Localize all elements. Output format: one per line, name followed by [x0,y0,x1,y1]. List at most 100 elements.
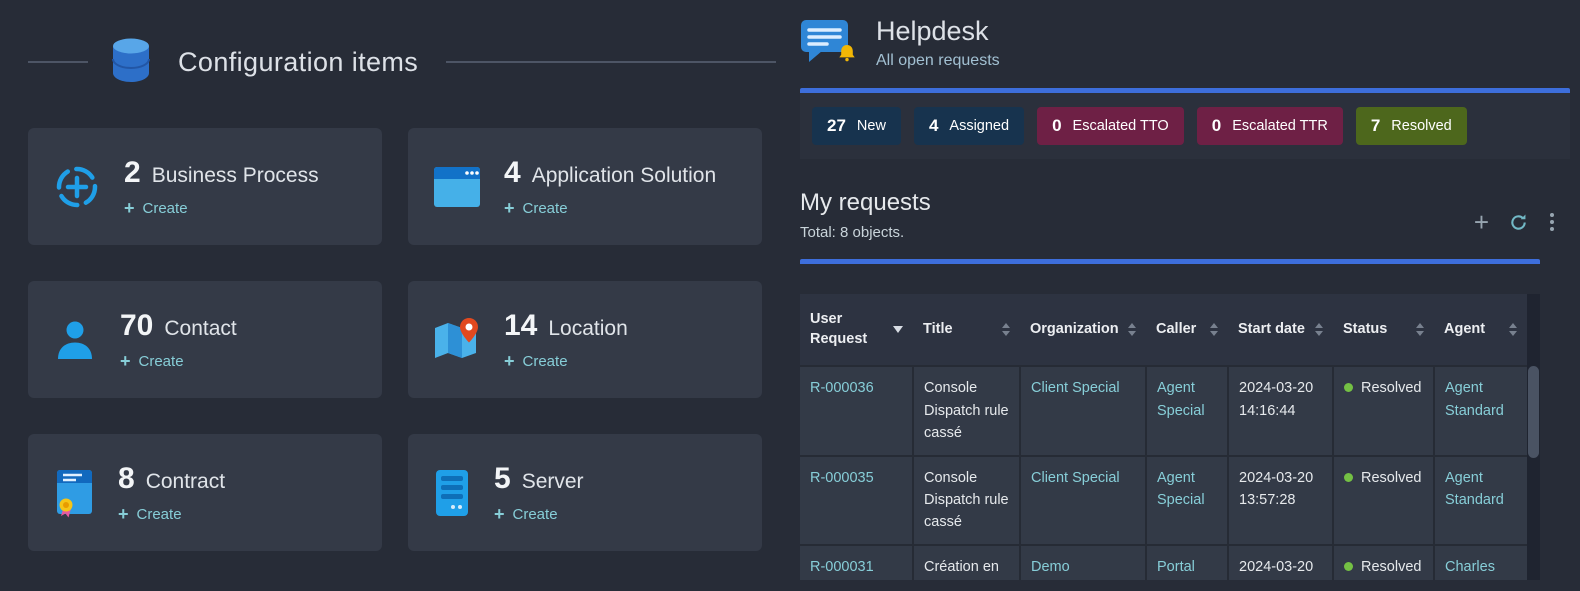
scrollbar-thumb[interactable] [1528,366,1539,458]
agent-link[interactable]: Agent Standard [1445,470,1504,508]
my-requests-table-panel: User Request Title Organization Caller S [800,259,1540,580]
card-location: 14 Location + Create [408,281,762,398]
status-label: Resolved [1361,470,1421,486]
configuration-items-header: Configuration items [28,34,776,90]
badge-count: 27 [827,116,846,136]
column-header-status[interactable]: Status [1333,294,1434,366]
dashboard-page: Configuration items 2 Business Process [0,0,1580,591]
badge-label: Assigned [949,118,1009,134]
plus-icon: + [120,352,131,370]
table-scrollbar[interactable] [1527,294,1540,580]
organization-link[interactable]: Client Special [1031,380,1120,396]
caller-link[interactable]: Agent Special [1157,470,1205,508]
organization-link[interactable]: Demo [1031,559,1070,575]
badge-assigned[interactable]: 4 Assigned [914,107,1024,145]
request-ref-link[interactable]: R-000036 [810,380,874,396]
table-header-row: User Request Title Organization Caller S [800,294,1527,366]
start-date: 2024-03-20 13:57:28 [1228,456,1333,545]
create-label: Create [139,353,184,370]
table-row[interactable]: R-000036 Console Dispatch rule cassé Cli… [800,366,1527,455]
agent-link[interactable]: Agent Standard [1445,380,1504,418]
request-title: Console Dispatch rule cassé [913,366,1020,455]
server-count-link[interactable]: 5 Server [494,462,584,496]
business-process-count-link[interactable]: 2 Business Process [124,156,319,190]
column-header-caller[interactable]: Caller [1146,294,1228,366]
application-solution-count-link[interactable]: 4 Application Solution [504,156,716,190]
helpdesk-titles: Helpdesk All open requests [876,14,1000,70]
configuration-cards-grid: 2 Business Process + Create [28,128,776,551]
badge-label: Resolved [1391,118,1451,134]
column-header-organization[interactable]: Organization [1020,294,1146,366]
start-date: 2024-03-20 14:16:44 [1228,366,1333,455]
create-application-solution-link[interactable]: + Create [504,199,716,217]
status-dot-icon [1344,562,1353,571]
status-dot-icon [1344,473,1353,482]
request-title: Création en [913,545,1020,580]
sort-icon [1002,323,1010,336]
divider-line [28,61,88,63]
page-title: Configuration items [178,47,418,78]
column-header-agent[interactable]: Agent [1434,294,1527,366]
contact-count-link[interactable]: 70 Contact [120,309,237,343]
create-server-link[interactable]: + Create [494,505,584,523]
application-solution-icon [432,165,482,209]
table-row[interactable]: R-000035 Console Dispatch rule cassé Cli… [800,456,1527,545]
badge-escalated-ttr[interactable]: 0 Escalated TTR [1197,107,1343,145]
kebab-menu-icon[interactable] [1548,211,1556,233]
contract-count-link[interactable]: 8 Contract [118,462,225,496]
my-requests-titles: My requests Total: 8 objects. [800,189,931,241]
column-header-user-request[interactable]: User Request [800,294,913,366]
request-status-summary: 27 New 4 Assigned 0 Escalated TTO 0 Esca… [800,88,1570,159]
plus-icon: + [118,505,129,523]
status-cell: Resolved [1333,545,1434,580]
sort-icon [1416,323,1424,336]
badge-escalated-tto[interactable]: 0 Escalated TTO [1037,107,1184,145]
create-label: Create [513,506,558,523]
column-header-title[interactable]: Title [913,294,1020,366]
plus-icon: + [494,505,505,523]
badge-count: 7 [1371,116,1380,136]
sort-icon [1210,323,1218,336]
table-row[interactable]: R-000031 Création en Demo Portal 2024-03… [800,545,1527,580]
request-ref-link[interactable]: R-000031 [810,559,874,575]
request-ref-link[interactable]: R-000035 [810,470,874,486]
card-contract: 8 Contract + Create [28,434,382,551]
create-business-process-link[interactable]: + Create [124,199,319,217]
column-header-start-date[interactable]: Start date [1228,294,1333,366]
my-requests-header: My requests Total: 8 objects. + [800,189,1570,241]
agent-link[interactable]: Charles [1445,559,1495,575]
business-process-icon [52,162,102,212]
page-title: Helpdesk [876,16,1000,47]
start-date: 2024-03-20 [1228,545,1333,580]
caller-link[interactable]: Agent Special [1157,380,1205,418]
helpdesk-chat-icon [800,16,856,68]
badge-resolved[interactable]: 7 Resolved [1356,107,1467,145]
badge-new[interactable]: 27 New [812,107,901,145]
create-label: Create [143,200,188,217]
location-count-link[interactable]: 14 Location [504,309,628,343]
create-contract-link[interactable]: + Create [118,505,225,523]
create-label: Create [523,200,568,217]
organization-link[interactable]: Client Special [1031,470,1120,486]
card-application-solution: 4 Application Solution + Create [408,128,762,245]
contract-icon [52,468,96,518]
card-contact: 70 Contact + Create [28,281,382,398]
divider-line [446,61,776,63]
sort-icon [1315,323,1323,336]
sort-icon [1128,323,1136,336]
refresh-icon[interactable] [1509,213,1528,232]
badge-count: 4 [929,116,938,136]
create-contact-link[interactable]: + Create [120,352,237,370]
card-label: Contact [164,317,236,341]
server-icon [432,468,472,518]
create-location-link[interactable]: + Create [504,352,628,370]
caller-link[interactable]: Portal [1157,559,1195,575]
plus-icon: + [504,199,515,217]
total-objects-label: Total: 8 objects. [800,224,931,241]
my-requests-toolbar: + [1474,209,1570,241]
card-label: Application Solution [532,164,716,188]
contact-icon [52,317,98,363]
status-label: Resolved [1361,559,1421,575]
add-icon[interactable]: + [1474,209,1489,235]
configuration-items-dashboard: Configuration items 2 Business Process [28,0,776,551]
